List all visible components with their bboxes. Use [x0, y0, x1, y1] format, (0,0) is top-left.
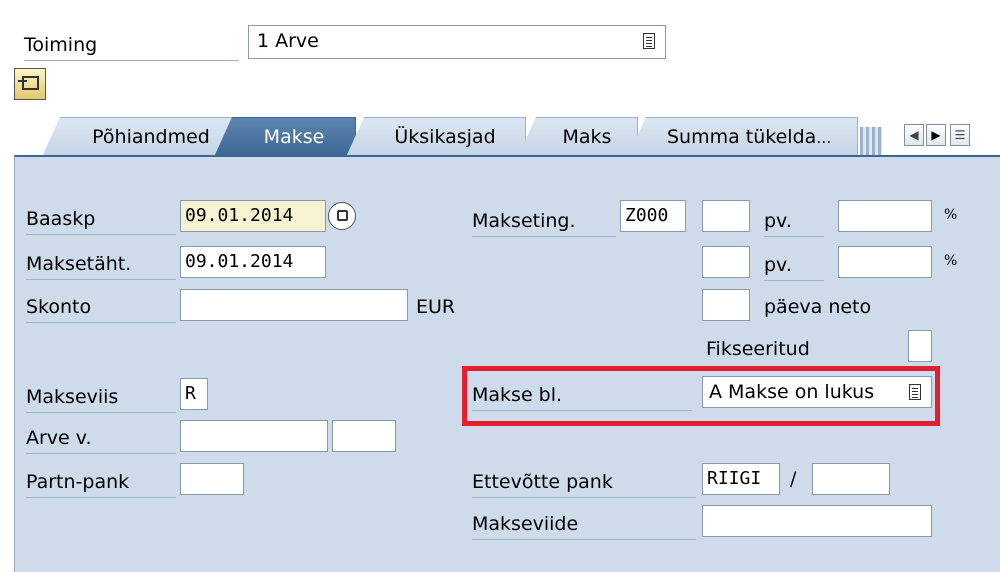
- header-details-icon[interactable]: [14, 68, 46, 100]
- dropdown-list-icon[interactable]: [643, 33, 655, 49]
- makse-bl-value: A Makse on lukus: [709, 381, 875, 403]
- baaskp-label: Baaskp: [26, 204, 176, 235]
- arve-v-field-1[interactable]: [180, 420, 328, 452]
- currency-label: EUR: [416, 296, 456, 318]
- fikseeritud-label: Fikseeritud: [706, 338, 810, 360]
- tab-label: Üksikasjad: [394, 126, 496, 148]
- percent-symbol-2: %: [944, 253, 958, 269]
- makseting-field[interactable]: Z000: [620, 200, 686, 232]
- net-days-field[interactable]: [702, 289, 750, 321]
- tab-stack-indicator: [860, 127, 882, 155]
- toiming-select[interactable]: 1 Arve: [248, 25, 666, 59]
- calendar-icon: [337, 210, 348, 221]
- tab-pohiandmed[interactable]: Põhiandmed: [42, 117, 242, 157]
- tab-overflow-marker: …: [816, 129, 832, 147]
- makseting-label: Makseting.: [472, 206, 616, 237]
- makseviide-field[interactable]: [702, 505, 932, 537]
- calendar-button[interactable]: [328, 202, 356, 230]
- makseviis-label: Makseviis: [26, 382, 176, 413]
- tab-label: Põhiandmed: [92, 126, 210, 148]
- arve-v-label: Arve v.: [26, 423, 176, 454]
- arve-v-field-2[interactable]: [332, 420, 396, 452]
- makse-bl-label: Makse bl.: [472, 380, 692, 411]
- account-id-field[interactable]: [812, 463, 890, 495]
- tab-maks[interactable]: Maks: [518, 117, 638, 157]
- pct2-field[interactable]: [838, 246, 932, 278]
- slash-separator: /: [790, 468, 797, 490]
- makseviide-label: Makseviide: [472, 509, 696, 540]
- pv2-days-field[interactable]: [702, 246, 750, 278]
- makse-bl-select[interactable]: A Makse on lukus: [702, 376, 932, 408]
- tab-scroll-left-button[interactable]: ◀: [904, 124, 924, 146]
- ettevotte-pank-field[interactable]: RIIGI: [702, 463, 780, 495]
- makseviis-field[interactable]: R: [180, 378, 208, 410]
- tab-list-button[interactable]: ☰: [950, 124, 970, 146]
- tab-makse[interactable]: Makse: [214, 117, 356, 157]
- toiming-label: Toiming: [24, 30, 239, 61]
- pv1-label: pv.: [764, 206, 824, 237]
- pv2-label: pv.: [764, 250, 824, 281]
- tab-uksikasjad[interactable]: Üksikasjad: [346, 117, 526, 157]
- tab-label: Maks: [562, 126, 612, 148]
- skonto-label: Skonto: [26, 292, 176, 323]
- tab-summa-tukelda[interactable]: Summa tükelda…: [628, 117, 858, 157]
- percent-symbol-1: %: [944, 207, 958, 223]
- maksetaht-field[interactable]: 09.01.2014: [180, 246, 326, 278]
- skonto-field[interactable]: [180, 289, 408, 321]
- tab-scroll-right-button[interactable]: ▶: [926, 124, 946, 146]
- pv1-days-field[interactable]: [702, 200, 750, 232]
- tab-label: Summa tükelda: [667, 126, 817, 148]
- maksetaht-label: Maksetäht.: [26, 249, 176, 280]
- baaskp-field[interactable]: 09.01.2014: [180, 200, 326, 232]
- tab-label: Makse: [263, 126, 325, 148]
- toiming-value: 1 Arve: [257, 30, 319, 52]
- paeva-neto-label: päeva neto: [764, 296, 872, 318]
- dropdown-list-icon[interactable]: [909, 384, 921, 400]
- fikseeritud-checkbox[interactable]: [908, 330, 932, 362]
- partn-pank-label: Partn-pank: [26, 467, 176, 498]
- partn-pank-field[interactable]: [180, 463, 244, 495]
- ettevotte-pank-label: Ettevõtte pank: [472, 467, 696, 498]
- pct1-field[interactable]: [838, 200, 932, 232]
